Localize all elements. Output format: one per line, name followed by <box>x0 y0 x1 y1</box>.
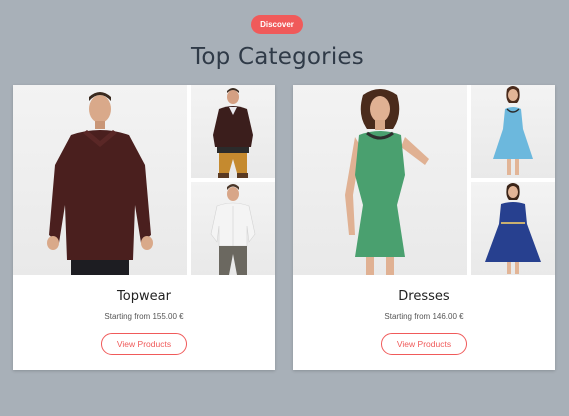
dresses-navy-dress-image[interactable] <box>471 182 555 275</box>
discover-badge: Discover <box>251 15 303 34</box>
category-price: Starting from 146.00 € <box>384 312 464 321</box>
view-products-button[interactable]: View Products <box>381 333 467 355</box>
view-products-button[interactable]: View Products <box>101 333 187 355</box>
topwear-shirt-image[interactable] <box>191 182 275 275</box>
page-title: Top Categories <box>191 44 364 70</box>
dresses-blue-dress-image[interactable] <box>471 85 555 178</box>
category-card-topwear: Topwear Starting from 155.00 € View Prod… <box>13 85 275 370</box>
category-card-dresses: Dresses Starting from 146.00 € View Prod… <box>293 85 555 370</box>
topwear-sweater-image[interactable] <box>191 85 275 178</box>
dresses-main-image[interactable] <box>293 85 467 275</box>
category-title: Topwear <box>117 289 171 304</box>
topwear-main-image[interactable] <box>13 85 187 275</box>
category-title: Dresses <box>398 289 450 304</box>
category-price: Starting from 155.00 € <box>104 312 184 321</box>
